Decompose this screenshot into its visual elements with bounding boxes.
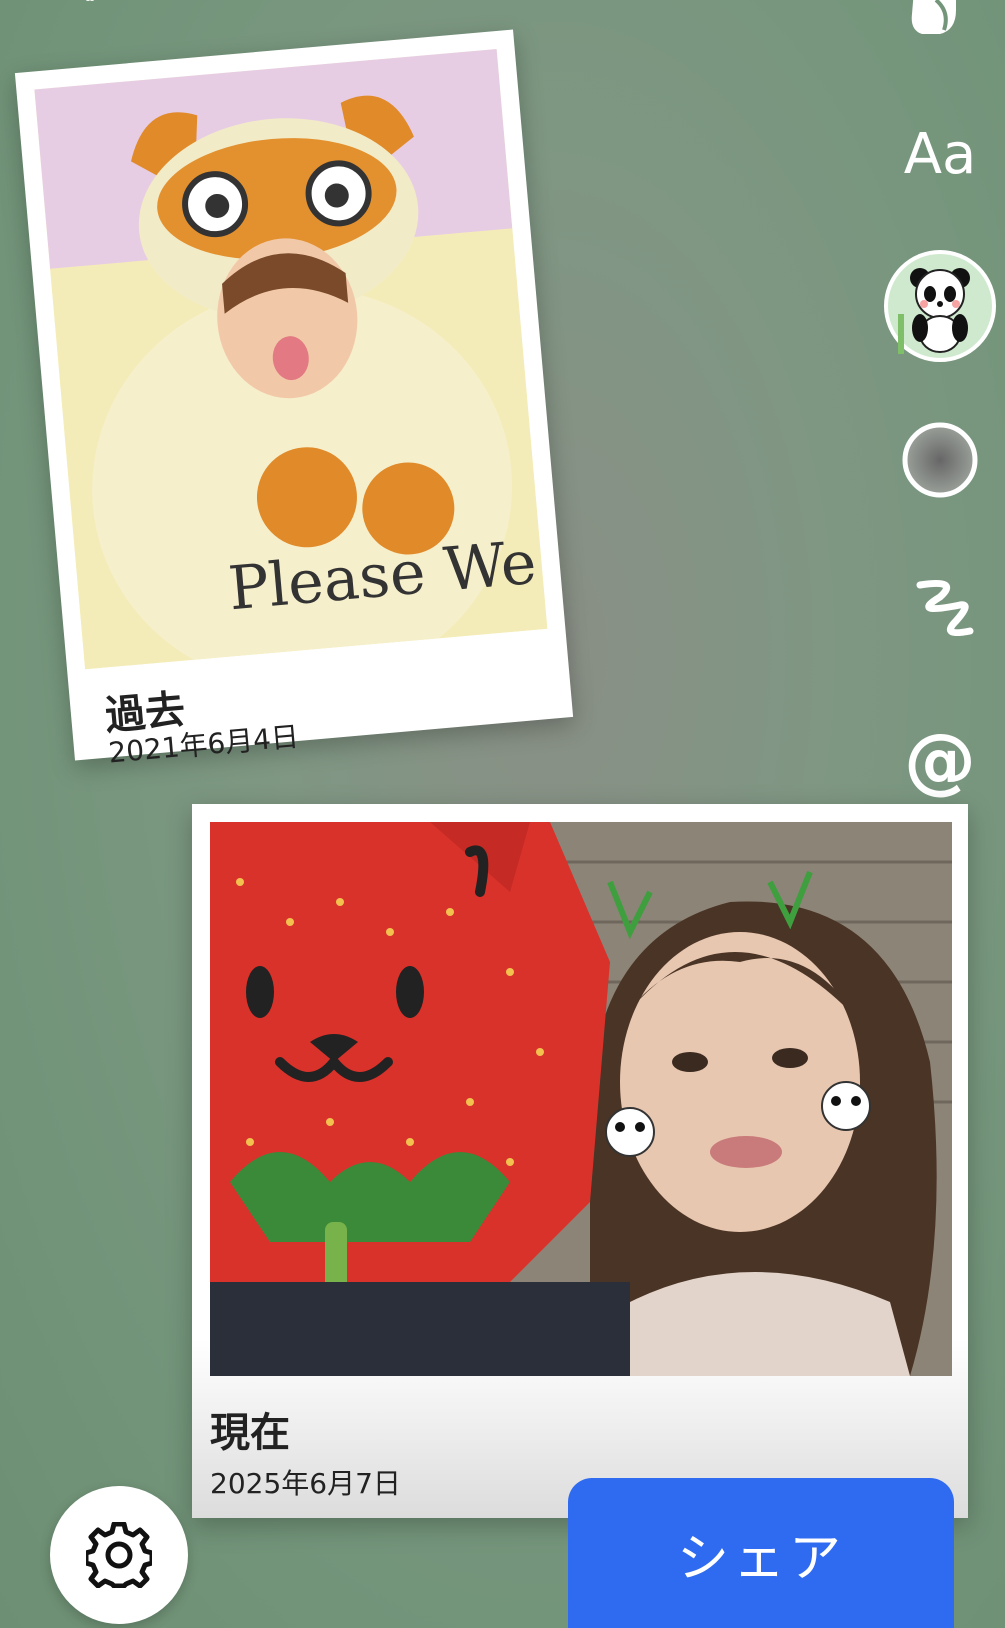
text-tool-button[interactable]: Aa <box>904 122 977 187</box>
draw-squiggle-icon[interactable] <box>900 575 980 649</box>
present-photo <box>210 822 952 1376</box>
present-card-date: 2025年6月7日 <box>210 1467 401 1500</box>
past-photo-card[interactable]: Please We're 過去 2021年6月4日 <box>14 29 574 769</box>
present-card-title: 現在 <box>210 1410 290 1456</box>
present-photo-card[interactable]: 現在 2025年6月7日 <box>192 804 968 1518</box>
panda-sticker-button[interactable] <box>884 250 996 366</box>
share-button[interactable]: シェア <box>568 1478 954 1628</box>
mention-button[interactable]: @ <box>904 718 976 802</box>
close-icon[interactable] <box>60 0 120 18</box>
settings-button[interactable] <box>50 1486 188 1624</box>
gear-icon <box>86 1522 152 1588</box>
blur-circle-icon[interactable] <box>900 420 980 504</box>
past-photo: Please We're <box>34 49 548 670</box>
panda-cheek-sticker-right <box>821 1081 871 1131</box>
tool-rail: Aa @ <box>875 0 1005 802</box>
panda-cheek-sticker-left <box>605 1107 655 1157</box>
sticker-peel-icon[interactable] <box>900 0 980 54</box>
